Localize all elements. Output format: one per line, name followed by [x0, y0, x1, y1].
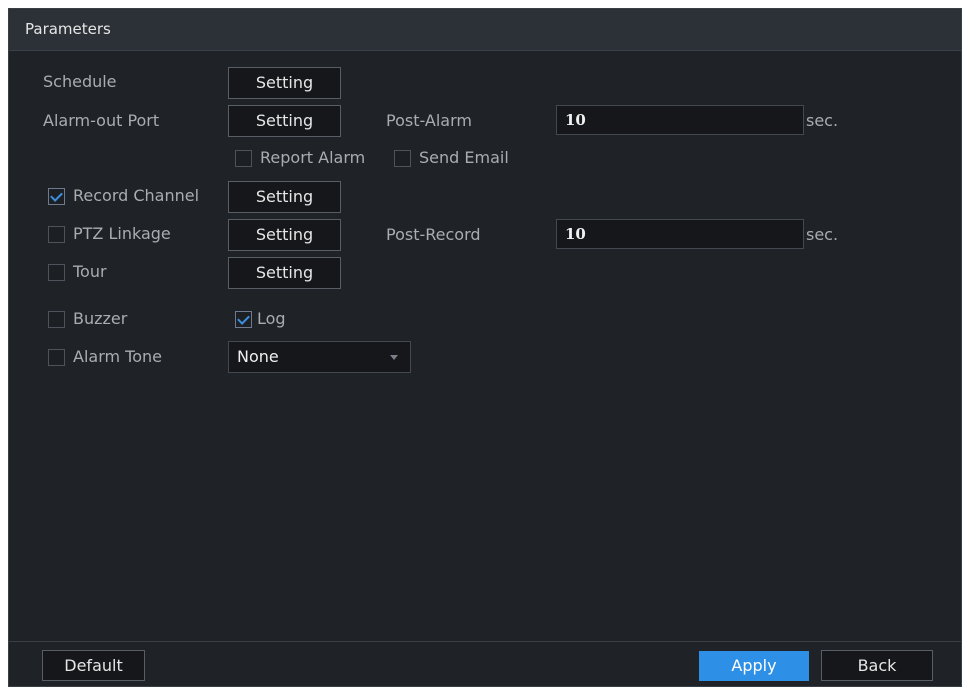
buzzer-box[interactable] — [48, 310, 65, 328]
tour-box[interactable] — [48, 263, 65, 281]
alarm-tone-checkbox[interactable]: Alarm Tone — [48, 346, 162, 368]
default-button[interactable]: Default — [42, 650, 145, 681]
post-record-unit: sec. — [806, 225, 839, 244]
record-channel-checkbox[interactable]: Record Channel — [48, 185, 199, 207]
schedule-setting-button[interactable]: Setting — [228, 67, 341, 99]
alarm-out-port-label: Alarm-out Port — [43, 111, 160, 130]
post-alarm-unit: sec. — [806, 111, 839, 130]
dropdown-arrow-icon — [390, 355, 398, 360]
page-title: Parameters — [25, 20, 111, 38]
footer-divider — [9, 641, 961, 642]
report-alarm-box[interactable] — [235, 149, 252, 167]
tour-label: Tour — [73, 262, 107, 281]
log-checkmark-icon[interactable] — [235, 310, 252, 328]
schedule-label: Schedule — [43, 72, 117, 91]
alarm-tone-select[interactable]: None — [228, 341, 411, 373]
alarm-tone-box[interactable] — [48, 348, 65, 366]
tour-setting-button[interactable]: Setting — [228, 257, 341, 289]
report-alarm-label: Report Alarm — [260, 148, 366, 167]
send-email-checkbox[interactable]: Send Email — [394, 147, 509, 169]
title-bar: Parameters — [9, 9, 961, 51]
send-email-box[interactable] — [394, 149, 411, 167]
ptz-linkage-label: PTZ Linkage — [73, 224, 171, 243]
alarm-tone-selected-value: None — [237, 347, 279, 366]
alarm-out-port-setting-button[interactable]: Setting — [228, 105, 341, 137]
ptz-linkage-checkbox[interactable]: PTZ Linkage — [48, 223, 171, 245]
log-checkbox[interactable]: Log — [235, 308, 286, 330]
parameters-window: Parameters Schedule Setting Alarm-out Po… — [8, 8, 962, 687]
report-alarm-checkbox[interactable]: Report Alarm — [235, 147, 365, 169]
post-record-input[interactable]: 10 — [556, 219, 804, 249]
post-alarm-input[interactable]: 10 — [556, 105, 804, 135]
alarm-tone-label: Alarm Tone — [73, 347, 162, 366]
tour-checkbox[interactable]: Tour — [48, 261, 107, 283]
ptz-linkage-setting-button[interactable]: Setting — [228, 219, 341, 251]
apply-button[interactable]: Apply — [699, 651, 809, 681]
buzzer-checkbox[interactable]: Buzzer — [48, 308, 127, 330]
post-alarm-label: Post-Alarm — [386, 111, 472, 130]
record-channel-label: Record Channel — [73, 186, 200, 205]
buzzer-label: Buzzer — [73, 309, 128, 328]
ptz-linkage-box[interactable] — [48, 225, 65, 243]
record-channel-checkmark-icon[interactable] — [48, 187, 65, 205]
back-button[interactable]: Back — [821, 650, 933, 681]
record-channel-setting-button[interactable]: Setting — [228, 181, 341, 213]
log-label: Log — [257, 309, 286, 328]
send-email-label: Send Email — [419, 148, 509, 167]
post-record-label: Post-Record — [386, 225, 481, 244]
